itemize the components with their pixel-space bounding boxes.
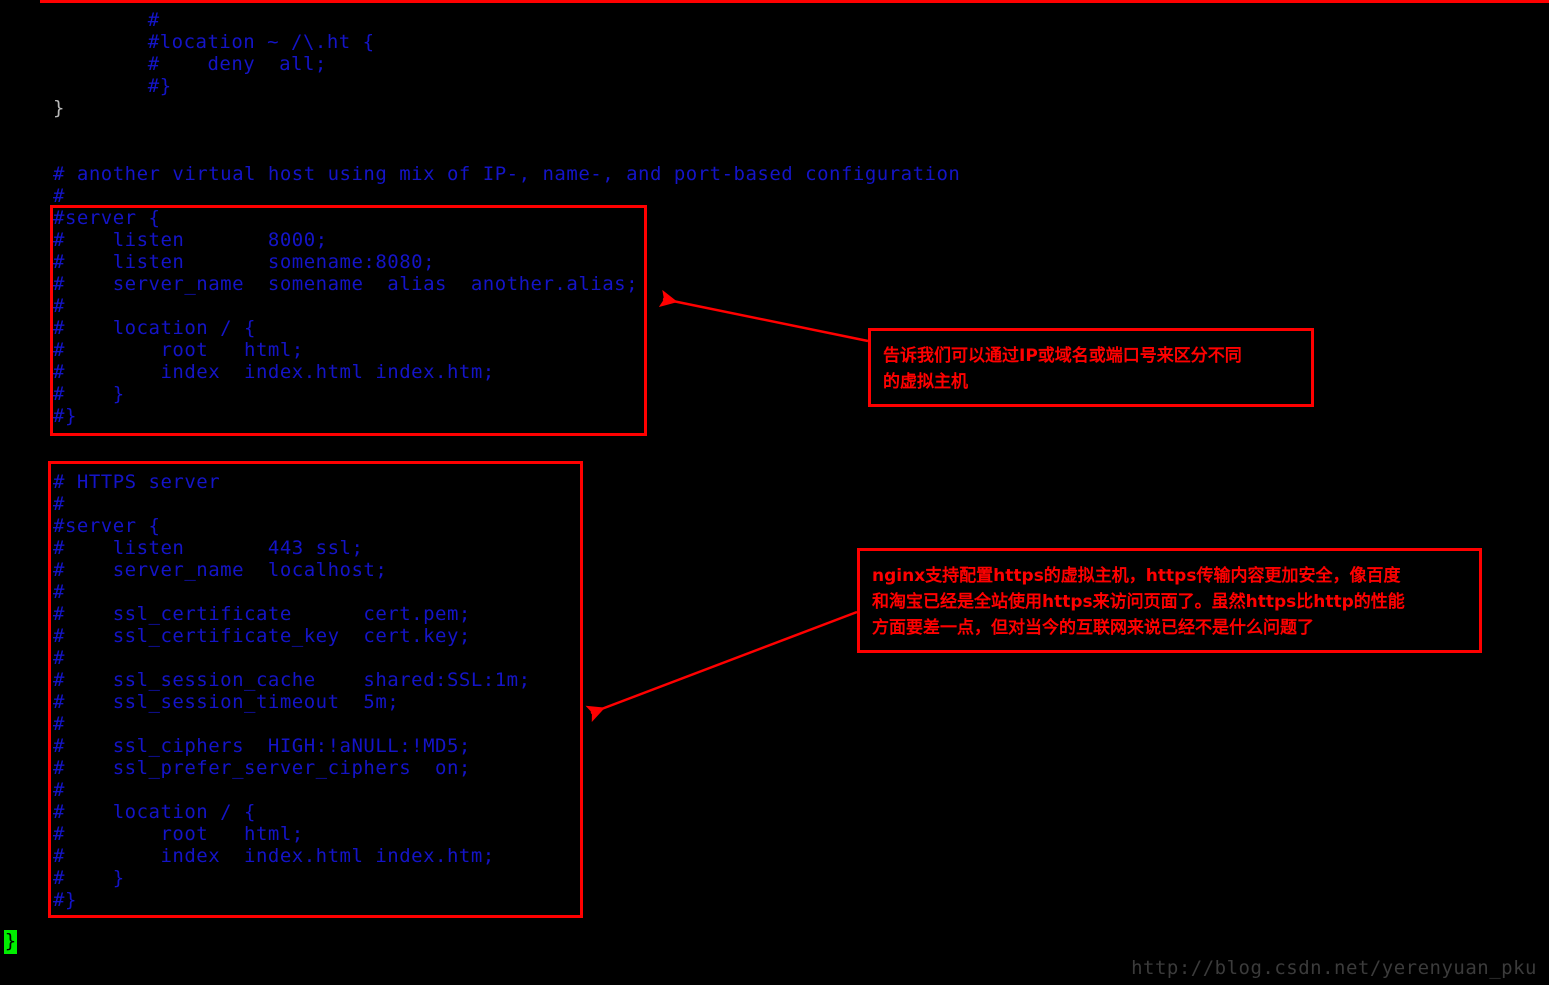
terminal-cursor: } xyxy=(4,930,17,954)
virtual-host-block-highlight xyxy=(50,205,647,436)
code-line: #location ~ /\.ht { xyxy=(100,31,375,53)
callout-line: nginx支持配置https的虚拟主机，https传输内容更加安全，像百度 xyxy=(872,566,1401,586)
code-line: #} xyxy=(100,75,172,97)
blog-watermark: http://blog.csdn.net/yerenyuan_pku xyxy=(1131,957,1537,979)
virtual-host-callout: 告诉我们可以通过IP或域名或端口号来区分不同 的虚拟主机 xyxy=(868,328,1314,407)
code-line: # xyxy=(53,185,65,207)
code-line: # another virtual host using mix of IP-,… xyxy=(53,163,961,185)
https-server-block-highlight xyxy=(48,461,583,918)
callout-line: 和淘宝已经是全站使用https来访问页面了。虽然https比http的性能 xyxy=(872,592,1405,612)
https-callout: nginx支持配置https的虚拟主机，https传输内容更加安全，像百度 和淘宝… xyxy=(857,548,1482,653)
code-line: # deny all; xyxy=(100,53,327,75)
terminal-screenshot: # #location ~ /\.ht { # deny all; #}} # a… xyxy=(0,0,1549,985)
code-line: # xyxy=(100,9,160,31)
code-line: } xyxy=(53,97,65,119)
callout-line: 告诉我们可以通过IP或域名或端口号来区分不同 xyxy=(883,346,1242,366)
callout-line: 的虚拟主机 xyxy=(883,372,968,392)
callout-line: 方面要差一点，但对当今的互联网来说已经不是什么问题了 xyxy=(872,618,1314,638)
